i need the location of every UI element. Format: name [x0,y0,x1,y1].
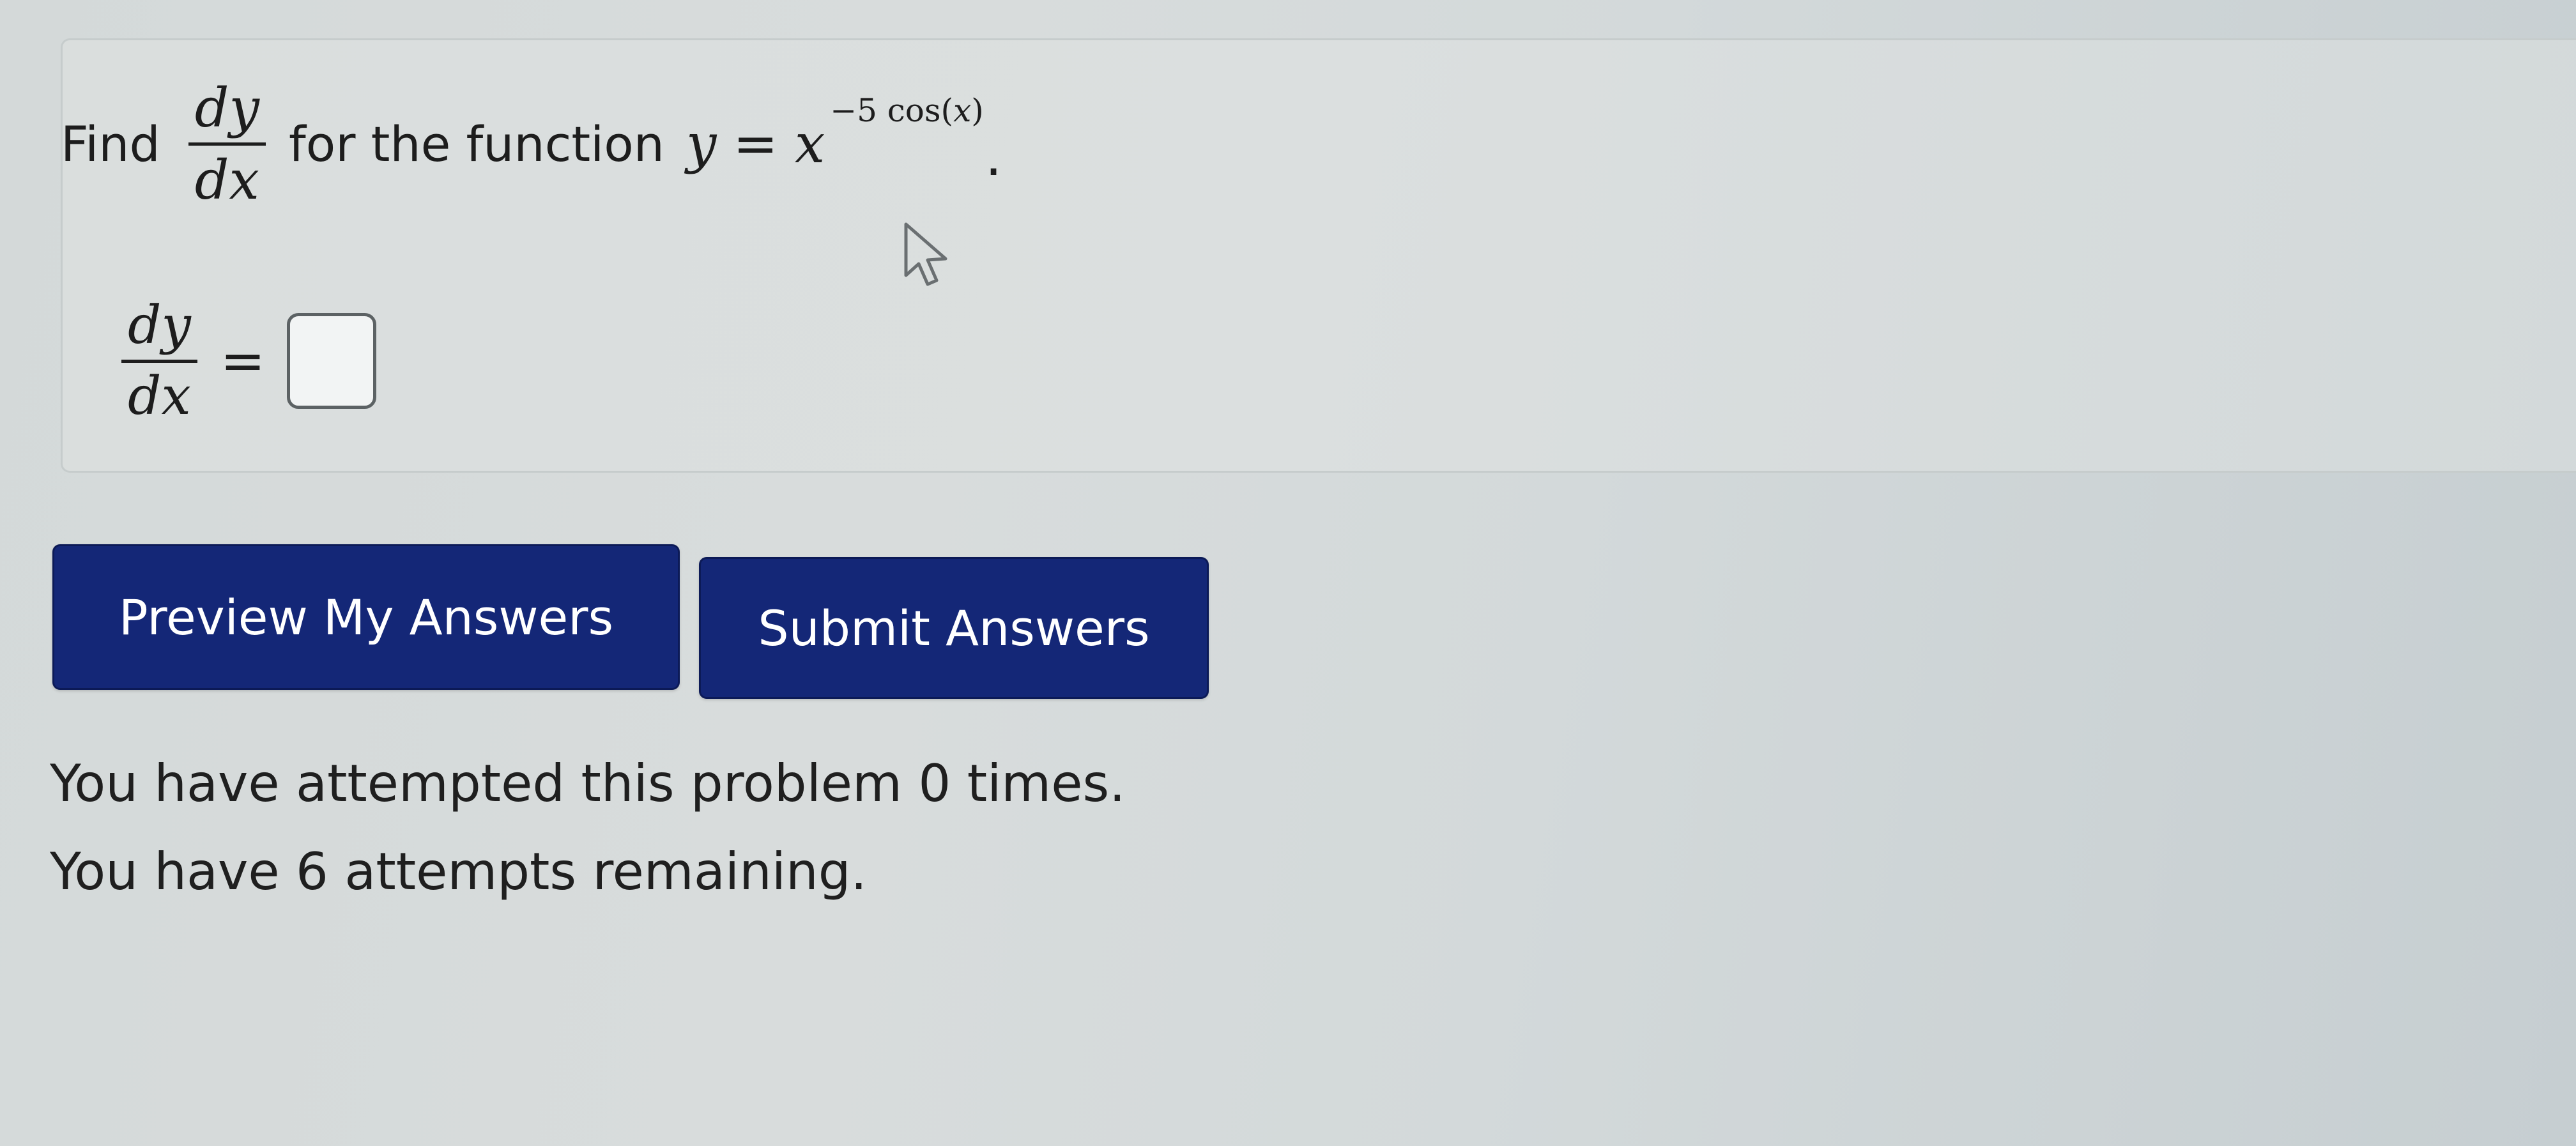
exponent-close: ) [971,92,984,129]
find-label: Find [61,115,160,172]
function-base: x [794,112,825,175]
attempts-remaining-text: You have 6 attempts remaining. [50,842,867,901]
function-lhs: y [686,112,717,175]
attempts-made-text: You have attempted this problem 0 times. [50,754,1126,813]
fraction-bar [188,142,266,146]
function-exponent: −5 cos(x) [830,92,984,129]
function-equals: = [733,112,778,175]
exponent-coefficient: −5 cos( [830,92,954,129]
answer-numerator: dy [128,294,191,356]
period: . [985,125,1002,188]
answer-fraction-bar [121,359,197,363]
submit-answers-button[interactable]: Submit Answers [699,557,1209,699]
answer-equals: = [220,330,266,392]
derivative-fraction: dy dx [188,81,266,207]
function-expression: y = x [686,112,825,175]
answer-derivative-fraction: dy dx [121,294,197,427]
exponent-variable: x [953,92,972,129]
mouse-pointer-icon [904,222,947,286]
derivative-numerator: dy [194,76,259,139]
answer-line: dy dx = [121,275,377,447]
derivative-denominator: dx [194,148,259,211]
answer-input[interactable] [287,313,377,409]
answer-denominator: dx [128,365,191,427]
for-the-function-text: for the function [288,115,664,172]
problem-statement: Find dy dx for the function y = x −5 cos(x… [61,70,1002,217]
preview-answers-button[interactable]: Preview My Answers [52,544,680,690]
